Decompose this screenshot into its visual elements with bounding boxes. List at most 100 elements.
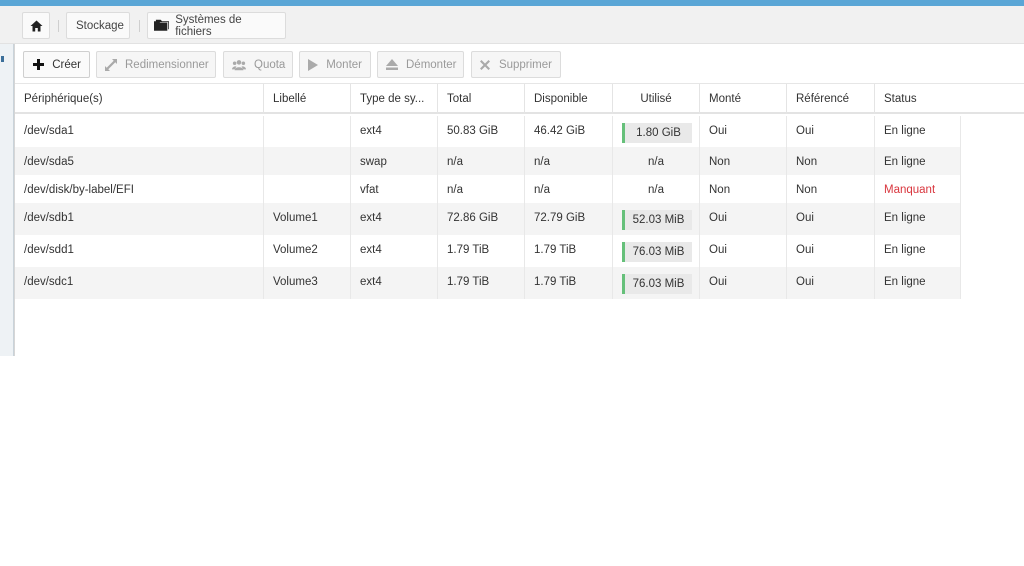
delete-button-label: Supprimer — [498, 58, 552, 71]
cell-status: En ligne — [875, 235, 961, 267]
cell-total: 50.83 GiB — [438, 116, 525, 147]
cell-referenced: Oui — [787, 203, 875, 235]
cell-referenced: Oui — [787, 267, 875, 299]
cell-mounted: Oui — [700, 267, 787, 299]
quota-button[interactable]: Quota — [223, 51, 293, 78]
cell-used: 52.03 MiB — [613, 203, 700, 235]
cell-type: swap — [351, 147, 438, 175]
resize-button-label: Redimensionner — [125, 58, 209, 71]
breadcrumb-home-button[interactable] — [22, 12, 50, 39]
cell-status: En ligne — [875, 267, 961, 299]
cell-device: /dev/sda1 — [15, 116, 264, 147]
breadcrumb-separator — [139, 20, 140, 32]
usage-bar: 52.03 MiB — [622, 210, 692, 230]
cell-used: n/a — [613, 147, 700, 175]
cell-total: 1.79 TiB — [438, 267, 525, 299]
mount-button[interactable]: Monter — [299, 51, 371, 78]
column-header-device[interactable]: Périphérique(s) — [15, 84, 264, 114]
sidebar-expand-handle[interactable] — [1, 56, 4, 62]
cell-device: /dev/sdc1 — [15, 267, 264, 299]
cell-mounted: Non — [700, 175, 787, 203]
quota-button-label: Quota — [254, 58, 286, 71]
breadcrumb-storage-label: Stockage — [76, 19, 124, 32]
cell-label — [264, 116, 351, 147]
resize-button[interactable]: Redimensionner — [96, 51, 216, 78]
cell-status: En ligne — [875, 116, 961, 147]
cell-total: 72.86 GiB — [438, 203, 525, 235]
cell-referenced: Non — [787, 147, 875, 175]
breadcrumb-filesystems[interactable]: Systèmes de fichiers — [147, 12, 286, 39]
cell-referenced: Non — [787, 175, 875, 203]
cell-label: Volume3 — [264, 267, 351, 299]
eject-icon — [386, 58, 398, 72]
create-button[interactable]: Créer — [23, 51, 90, 78]
create-button-label: Créer — [52, 58, 81, 71]
column-header-type[interactable]: Type de sy... — [351, 84, 438, 114]
cell-status: En ligne — [875, 203, 961, 235]
column-header-referenced[interactable]: Référencé — [787, 84, 875, 114]
cell-mounted: Oui — [700, 203, 787, 235]
column-header-status[interactable]: Status — [875, 84, 1024, 114]
breadcrumb-storage[interactable]: Stockage — [66, 12, 130, 39]
users-icon — [232, 58, 246, 72]
cell-used: 76.03 MiB — [613, 267, 700, 299]
resize-icon — [105, 58, 117, 72]
breadcrumb-separator — [58, 20, 59, 32]
table-header: Périphérique(s) Libellé Type de sy... To… — [15, 84, 1024, 114]
cell-available: n/a — [525, 147, 613, 175]
cell-total: n/a — [438, 147, 525, 175]
table-row[interactable]: /dev/sda1 ext4 50.83 GiB 46.42 GiB 1.80 … — [15, 116, 961, 147]
table-row[interactable]: /dev/sda5 swap n/a n/a n/a Non Non En li… — [15, 147, 961, 175]
column-header-label[interactable]: Libellé — [264, 84, 351, 114]
column-header-mounted[interactable]: Monté — [700, 84, 787, 114]
cell-type: ext4 — [351, 267, 438, 299]
cell-device: /dev/sdb1 — [15, 203, 264, 235]
cell-used: 76.03 MiB — [613, 235, 700, 267]
home-icon — [30, 20, 42, 31]
cell-available: 1.79 TiB — [525, 267, 613, 299]
table-row[interactable]: /dev/sdd1 Volume2 ext4 1.79 TiB 1.79 TiB… — [15, 235, 961, 267]
column-header-total[interactable]: Total — [438, 84, 525, 114]
breadcrumb: Stockage Systèmes de fichiers — [0, 6, 1024, 44]
cell-status: En ligne — [875, 147, 961, 175]
cell-mounted: Non — [700, 147, 787, 175]
cell-mounted: Oui — [700, 116, 787, 147]
unmount-button[interactable]: Démonter — [377, 51, 464, 78]
collapsed-sidebar-edge[interactable] — [0, 44, 14, 356]
cell-available: 1.79 TiB — [525, 235, 613, 267]
cell-label — [264, 175, 351, 203]
cell-available: n/a — [525, 175, 613, 203]
cell-available: 72.79 GiB — [525, 203, 613, 235]
cell-referenced: Oui — [787, 235, 875, 267]
table-row[interactable]: /dev/sdc1 Volume3 ext4 1.79 TiB 1.79 TiB… — [15, 267, 961, 299]
column-header-available[interactable]: Disponible — [525, 84, 613, 114]
toolbar: Créer Redimensionner Quota Monter Démont… — [15, 44, 1024, 84]
column-header-used[interactable]: Utilisé — [613, 84, 700, 114]
cell-label: Volume1 — [264, 203, 351, 235]
folder-icon — [154, 19, 170, 31]
cell-label: Volume2 — [264, 235, 351, 267]
delete-button[interactable]: Supprimer — [471, 51, 561, 78]
usage-bar: 76.03 MiB — [622, 242, 692, 262]
cell-status: Manquant — [875, 175, 961, 203]
usage-bar: 76.03 MiB — [622, 274, 692, 294]
usage-bar: 1.80 GiB — [622, 123, 692, 143]
cell-total: 1.79 TiB — [438, 235, 525, 267]
cell-referenced: Oui — [787, 116, 875, 147]
cell-type: ext4 — [351, 235, 438, 267]
cell-type: vfat — [351, 175, 438, 203]
cell-device: /dev/disk/by-label/EFI — [15, 175, 264, 203]
play-icon — [308, 58, 319, 72]
cell-used: 1.80 GiB — [613, 116, 700, 147]
cell-used: n/a — [613, 175, 700, 203]
cell-total: n/a — [438, 175, 525, 203]
cell-device: /dev/sdd1 — [15, 235, 264, 267]
table-row[interactable]: /dev/disk/by-label/EFI vfat n/a n/a n/a … — [15, 175, 961, 203]
cell-type: ext4 — [351, 203, 438, 235]
table-row[interactable]: /dev/sdb1 Volume1 ext4 72.86 GiB 72.79 G… — [15, 203, 961, 235]
close-icon — [480, 58, 491, 72]
cell-device: /dev/sda5 — [15, 147, 264, 175]
cell-available: 46.42 GiB — [525, 116, 613, 147]
cell-label — [264, 147, 351, 175]
filesystems-panel: Créer Redimensionner Quota Monter Démont… — [14, 44, 1024, 356]
